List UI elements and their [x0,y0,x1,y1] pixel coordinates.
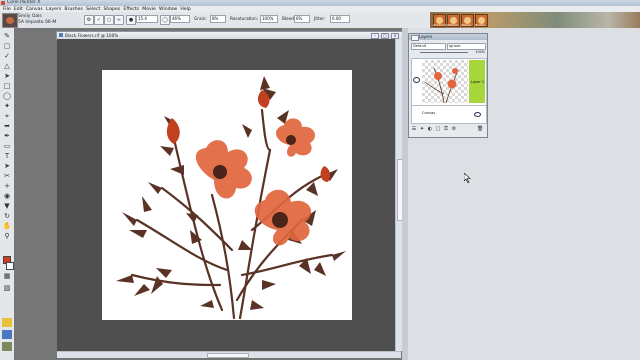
brush-category-icon[interactable] [2,13,18,28]
grabber-hand-icon[interactable]: ✋ [2,222,12,231]
canvas-visibility-eye-icon[interactable] [474,112,481,117]
look-selector-icon[interactable] [2,330,12,339]
resaturation-label: Resaturation: [230,16,259,21]
layer-adjuster-icon[interactable]: ➤ [2,72,12,81]
brush-selector[interactable]: Smily Oals 5A Impasto 06-M [0,12,81,28]
horizontal-scroll-thumb[interactable] [207,353,249,358]
document-title: Black Flowers.rif @ 100% [65,33,119,38]
rect-select-icon[interactable]: □ [2,82,12,91]
canvas-layer-name: Canvas [422,111,436,115]
size-field[interactable]: 15.4 [136,15,158,23]
layer-commands-icon[interactable]: ☰ [411,126,417,132]
grain-label: Grain: [194,16,207,21]
document-icon [59,33,63,37]
layer-selection-highlight[interactable]: Layer 1 [469,60,485,103]
nozzle-selector-icon[interactable] [2,318,12,327]
mouse-pointer-icon [464,173,471,183]
layers-button-bar: ☰ ✦ ◐ □ ⚿ ⚙ 🗑 [411,126,485,134]
delete-layer-icon[interactable]: 🗑 [477,126,483,132]
new-layer-icon[interactable]: □ [435,126,441,132]
canvas[interactable] [102,70,352,320]
layers-panel-title: Layers [419,34,433,39]
opacity-field[interactable]: 46% [170,15,190,23]
size-icon: ● [126,15,136,25]
opacity-icon: ◯ [160,15,170,25]
shape-tool-icon[interactable]: ▭ [2,142,12,151]
selection-adjuster-icon[interactable]: ➥ [2,122,12,131]
paint-bucket-icon[interactable]: △ [2,62,12,71]
weave-selector-icon[interactable] [2,342,12,351]
pen-tool-icon[interactable]: ✒ [2,132,12,141]
panel-collapse-icon[interactable] [411,35,419,41]
property-bar: ⚙ ✓ ○ ≈ ● 15.4 ◯ 46% Grain: 8% Resaturat… [80,12,430,28]
canvas-layer-row[interactable]: Canvas [411,105,487,124]
jitter-label: Jitter: [314,16,326,21]
brush-tool-icon[interactable]: ✎ [2,32,12,41]
composite-depth-select[interactable]: Ignore [447,43,486,50]
opacity-slider[interactable]: 100% [412,50,485,55]
composite-method-select[interactable]: Default [411,43,446,50]
flower-painting [116,76,346,320]
pattern-selector-icon[interactable]: ▧ [2,284,12,293]
grain-field[interactable]: 8% [210,15,226,23]
gradient-label: Gradient [433,23,447,27]
visibility-eye-icon[interactable] [413,77,420,83]
pattern-label: Pattern [447,23,458,27]
brush-type-icon[interactable]: ✓ [94,15,104,25]
brush-variant-label[interactable]: 5A Impasto 06-M [18,20,56,25]
toolbox: ✎ ▢ ✓ △ ➤ □ ◯ ✦ ⌖ ➥ ✒ ▭ T ➤ ✂ + ◉ ▼ ↻ ✋ … [0,28,15,360]
scissors-icon[interactable]: ✂ [2,172,12,181]
layer-thumbnail [422,60,468,104]
layer-row[interactable]: Layer 1 [411,58,487,106]
lasso-icon[interactable]: ◯ [2,92,12,101]
layers-panel-header[interactable]: Layers [409,34,487,41]
app-icon [1,1,5,5]
new-layer-mask-icon[interactable]: ◐ [427,126,433,132]
layer-name: Layer 1 [471,80,485,84]
clone-tool-icon[interactable]: ◉ [2,192,12,201]
eraser-tool-icon[interactable]: ▢ [2,42,12,51]
layers-panel: Layers Default Ignore 100% Layer 1 Canva… [408,33,488,138]
additional-color-swatch[interactable] [6,262,14,270]
layer-thumbnail-image [424,67,459,104]
rubber-stamp-icon[interactable]: ▼ [2,202,12,211]
brush-category-label[interactable]: Smily Oals [18,14,42,19]
media-selector-strip: Gradient Pattern Weave Nozzle [430,12,640,28]
paper-selector-icon[interactable]: ▦ [2,272,12,281]
dropper-tool-icon[interactable]: ✓ [2,52,12,61]
magic-wand-icon[interactable]: ✦ [2,102,12,111]
nozzle-label: Nozzle [475,23,485,27]
horizontal-scrollbar[interactable] [57,351,401,358]
rotate-page-icon[interactable]: ↻ [2,212,12,221]
jitter-field[interactable]: 0.00 [330,15,350,23]
weave-label: Weave [461,23,472,27]
crop-tool-icon[interactable]: ⌖ [2,112,12,121]
opacity-track[interactable] [420,52,468,53]
bleed-field[interactable]: 6% [294,15,310,23]
opacity-value: 100% [475,50,485,54]
lock-layer-icon[interactable]: ⚿ [443,126,449,132]
stroke-type-icon[interactable]: ○ [104,15,114,25]
text-tool-icon[interactable]: T [2,152,12,161]
add-point-icon[interactable]: + [2,182,12,191]
layer-adjust-icon[interactable]: ⚙ [451,126,457,132]
airbrush-icon[interactable]: ≈ [114,15,124,25]
resaturation-field[interactable]: 100% [260,15,278,23]
reset-tool-icon[interactable]: ⚙ [84,15,94,25]
vertical-scrollbar[interactable] [395,39,403,351]
dynamic-plugins-icon[interactable]: ✦ [419,126,425,132]
shape-selection-icon[interactable]: ➤ [2,162,12,171]
magnifier-icon[interactable]: ⚲ [2,232,12,241]
